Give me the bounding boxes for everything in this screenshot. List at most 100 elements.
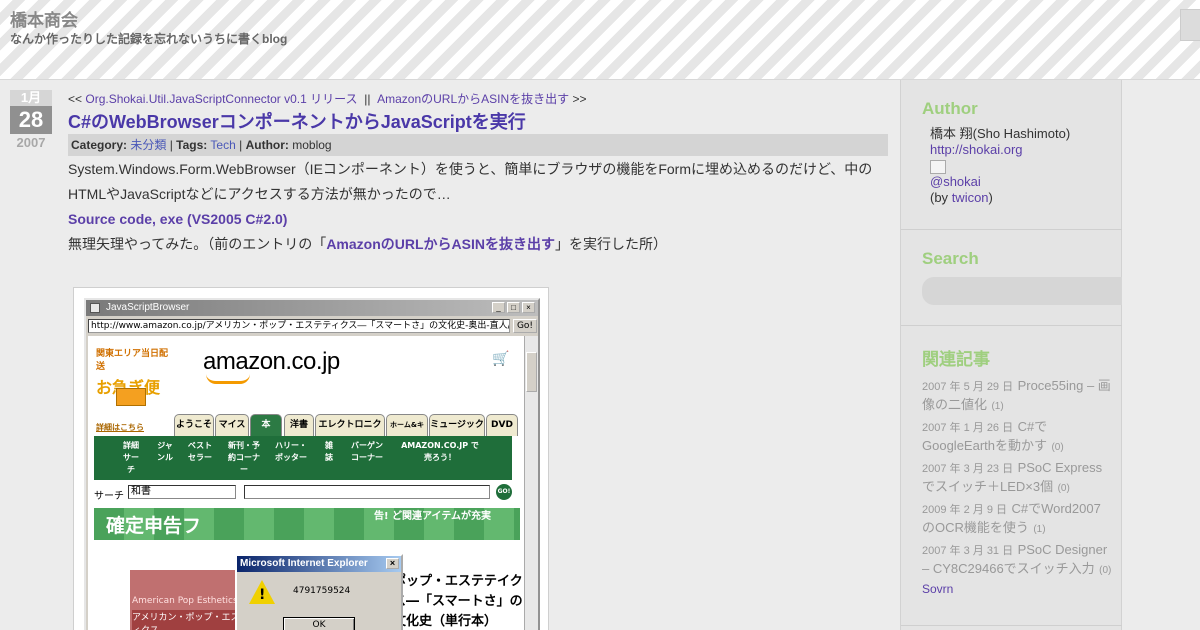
next-arrow: >>: [572, 92, 587, 106]
nav-item: 詳細サーチ: [123, 441, 139, 474]
browser-content: 関東エリア当日配送 お急ぎ便 詳細はこちら amazon.co.jp 🛒 ようこ…: [88, 336, 524, 630]
window-title: JavaScriptBrowser: [106, 302, 190, 313]
dialog-title: Microsoft Internet Explorer: [240, 558, 368, 569]
author-name: 橋本 翔(Sho Hashimoto): [930, 126, 1071, 141]
related-date: 2007 年 3 月 31 日: [922, 545, 1014, 557]
nav-item: ベストセラー: [187, 441, 213, 462]
amazon-tab: ようこそ: [174, 414, 214, 436]
main-content: 1月 28 2007 << Org.Shokai.Util.JavaScript…: [0, 80, 900, 630]
tag-link[interactable]: Tech: [210, 138, 235, 152]
go-button: Go!: [513, 319, 537, 333]
author-value: moblog: [292, 138, 332, 152]
amazon-search-row: サーチ 和書 GO!: [94, 484, 514, 502]
promo-line-1: 関東エリア当日配送: [96, 349, 169, 372]
related-item[interactable]: 2007 年 5 月 29 日 Proce55ing – 画像の二値化 (1): [922, 377, 1112, 415]
author-url-link[interactable]: http://shokai.org: [930, 142, 1023, 157]
category-link[interactable]: 未分類: [130, 138, 166, 152]
author-heading: Author: [922, 99, 978, 118]
banner-subtext: 告! ど関連アイテムが充実: [374, 511, 492, 522]
amazon-tab: エレクトロニクス: [315, 414, 385, 450]
paragraph-2-prefix: 無理矢理やってみた。（前のエントリの「: [68, 236, 327, 252]
category-label: Category:: [71, 138, 128, 152]
related-item[interactable]: 2007 年 3 月 31 日 PSoC Designer – CY8C2946…: [922, 541, 1112, 579]
related-date: 2007 年 1 月 26 日: [922, 422, 1014, 434]
search-go-button: GO!: [496, 484, 512, 500]
related-date: 2007 年 5 月 29 日: [922, 381, 1014, 393]
tax-return-banner: 確定申告フ 告! ど関連アイテムが充実: [94, 508, 520, 540]
javascript-browser-window: JavaScriptBrowser _ □ × http://www.amazo…: [84, 298, 540, 630]
amazon-tab: マイストア: [215, 414, 249, 450]
post-paragraph-1: System.Windows.Form.WebBrowser（IEコンポーネント…: [68, 161, 873, 202]
nav-item: 新刊・予約コーナー: [228, 441, 260, 474]
dialog-ok-button: OK: [283, 617, 355, 630]
related-item[interactable]: 2007 年 1 月 26 日 C#でGoogleEarthを動かす (0): [922, 418, 1112, 456]
date-year: 2007: [16, 135, 46, 150]
amazon-nav-bar: 詳細サーチ ジャンル ベストセラー 新刊・予約コーナー ハリー・ポッター 雑誌 …: [94, 436, 512, 480]
nav-item: バーゲンコーナー: [351, 441, 383, 462]
related-item[interactable]: 2009 年 2 月 9 日 C#でWord2007のOCR機能を使う (1): [922, 500, 1112, 538]
next-post-link[interactable]: AmazonのURLからASINを抜き出す: [377, 92, 569, 106]
prev-post-link[interactable]: Org.Shokai.Util.JavaScriptConnector v0.1…: [85, 92, 357, 106]
amazon-tab: ホーム&キッチン: [386, 414, 428, 449]
cart-icon: 🛒: [492, 351, 510, 367]
post-screenshot[interactable]: JavaScriptBrowser _ □ × http://www.amazo…: [73, 287, 549, 630]
date-month: 1月: [10, 90, 52, 106]
site-description: なんか作ったりした記録を忘れないうちに書くblog: [10, 32, 288, 46]
address-bar: http://www.amazon.co.jp/アメリカン・ポップ・エステティク…: [88, 319, 510, 333]
search-input[interactable]: [922, 277, 1122, 305]
post-meta-bar: Category: 未分類 | Tags: Tech | Author: mob…: [68, 134, 888, 156]
related-count: (0): [1057, 483, 1070, 494]
amazon-tab: ミュージック: [429, 414, 485, 436]
broken-image-icon: [930, 160, 946, 175]
minimize-icon: _: [492, 302, 505, 313]
nav-item: AMAZON.CO.JP で売ろう！: [401, 441, 479, 462]
twitter-link[interactable]: @shokai: [930, 174, 981, 189]
post-paragraph-2: 無理矢理やってみた。（前のエントリの「AmazonのURLからASINを抜き出す…: [68, 232, 667, 257]
amazon-tab: 本: [250, 414, 282, 436]
window-scrollbar: [524, 336, 538, 630]
amazon-logo: amazon.co.jp: [203, 348, 340, 375]
banner-headline: 確定申告フ: [106, 515, 202, 537]
sidebar-search-section: Search: [901, 230, 1123, 326]
dialog-title-bar: Microsoft Internet Explorer ×: [237, 556, 401, 572]
amazon-tab: 洋書: [284, 414, 314, 436]
app-icon: [90, 303, 100, 313]
site-title[interactable]: 橋本商会: [10, 6, 78, 31]
by-prefix: (by: [930, 190, 949, 206]
sovrn-link[interactable]: Sovrn: [922, 582, 1112, 596]
book-cover-title-en: American Pop Esthetics: [132, 596, 238, 606]
package-icon: [116, 388, 146, 406]
express-delivery-promo: 関東エリア当日配送 お急ぎ便 詳細はこちら: [96, 346, 176, 432]
related-date: 2007 年 3 月 23 日: [922, 463, 1014, 475]
window-title-bar: JavaScriptBrowser _ □ ×: [86, 300, 538, 316]
search-heading: Search: [922, 249, 979, 268]
post-title[interactable]: C#のWebBrowserコンポーネントからJavaScriptを実行: [68, 108, 526, 134]
date-badge: 1月 28 2007: [10, 90, 52, 152]
nav-item: 雑誌: [325, 441, 333, 462]
author-label: Author:: [245, 138, 289, 152]
search-category-select: 和書: [128, 485, 236, 499]
dialog-message: 4791759524: [293, 586, 351, 596]
related-heading: 関連記事: [922, 350, 990, 369]
ie-alert-dialog: Microsoft Internet Explorer × ! 47917595…: [235, 554, 403, 630]
related-date: 2009 年 2 月 9 日: [922, 504, 1007, 516]
right-margin: [1122, 80, 1200, 630]
related-count: (0): [1051, 442, 1064, 453]
warning-exclamation: !: [259, 587, 266, 603]
asin-entry-link[interactable]: AmazonのURLからASINを抜き出す: [326, 236, 555, 252]
related-item[interactable]: 2007 年 3 月 23 日 PSoC Expressでスイッチ＋LED×3個…: [922, 459, 1112, 497]
promo-line-3: 詳細はこちら: [96, 423, 144, 432]
related-count: (1): [991, 401, 1004, 412]
source-code-link[interactable]: Source code, exe (VS2005 C#2.0): [68, 211, 287, 227]
prev-arrow: <<: [68, 92, 83, 106]
twicon-link[interactable]: twicon: [952, 190, 989, 205]
post-navigation: << Org.Shokai.Util.JavaScriptConnector v…: [68, 90, 587, 107]
author-info: 橋本 翔(Sho Hashimoto) http://shokai.org @s…: [930, 126, 1070, 206]
amazon-tab: DVD: [486, 414, 518, 436]
date-day: 28: [10, 106, 52, 134]
tags-label: Tags:: [176, 138, 208, 152]
sidebar-related-section: 関連記事 2007 年 5 月 29 日 Proce55ing – 画像の二値化…: [901, 326, 1123, 626]
site-header: 橋本商会 なんか作ったりした記録を忘れないうちに書くblog: [0, 0, 1200, 80]
nav-item: ジャンル: [157, 441, 173, 462]
maximize-icon: □: [507, 302, 520, 313]
